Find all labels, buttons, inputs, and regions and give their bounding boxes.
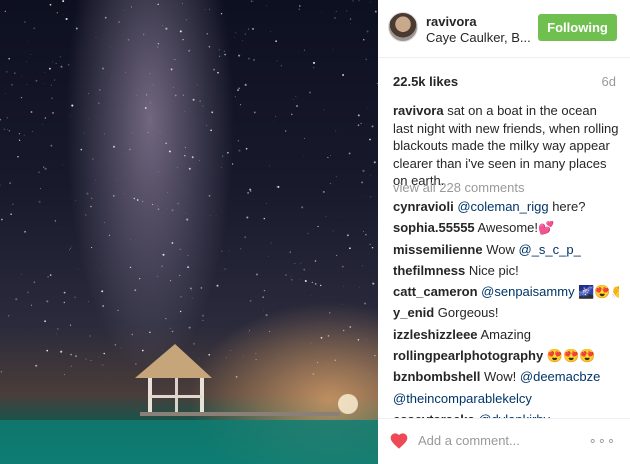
- comment-username[interactable]: izzleshizzleee: [393, 328, 478, 342]
- post-age[interactable]: 6d: [602, 74, 616, 89]
- comment-text: Wow!: [480, 370, 520, 385]
- comment-username[interactable]: rollingpearlphotography: [393, 349, 543, 363]
- post-photo[interactable]: [0, 0, 378, 464]
- post-footer: Add a comment... ∘∘∘: [378, 418, 630, 464]
- comment-mention[interactable]: @deemacbze: [520, 370, 600, 384]
- comment-username[interactable]: sophia.55555: [393, 221, 475, 235]
- post-username[interactable]: ravivora: [426, 14, 477, 29]
- caption-username[interactable]: ravivora: [393, 103, 444, 118]
- comment-text: Wow: [482, 242, 519, 257]
- comment-suffix: 😍😍😍: [546, 349, 596, 364]
- comment-row: @theincomparablekelcy: [393, 392, 619, 413]
- avatar[interactable]: [388, 12, 418, 42]
- milky-way-photo-art: [0, 0, 378, 464]
- comment-suffix: 💕: [538, 221, 555, 236]
- comment-mention[interactable]: @senpaisammy: [481, 285, 574, 299]
- comment-mention[interactable]: @_s_c_p_: [519, 243, 581, 257]
- comment-username[interactable]: catt_cameron: [393, 285, 478, 299]
- comment-username[interactable]: thefilmness: [393, 264, 465, 278]
- comment-username[interactable]: cynravioli: [393, 200, 454, 214]
- comment-row: thefilmness Nice pic!: [393, 264, 619, 285]
- comment-text: Gorgeous!: [434, 306, 499, 321]
- following-button[interactable]: Following: [538, 14, 617, 41]
- comment-mention[interactable]: @theincomparablekelcy: [393, 392, 532, 406]
- comment-suffix: here?: [548, 200, 586, 214]
- more-options-icon[interactable]: ∘∘∘: [589, 433, 616, 449]
- comment-text: Amazing: [477, 327, 532, 342]
- comment-row: rollingpearlphotography 😍😍😍: [393, 349, 619, 370]
- comment-text: Nice pic!: [465, 263, 519, 278]
- post-side-panel: ravivora Caye Caulker, B... Following 22…: [378, 0, 630, 464]
- comment-text: Awesome!: [474, 221, 539, 236]
- likes-count[interactable]: 22.5k likes: [393, 74, 458, 89]
- comment-username[interactable]: y_enid: [393, 306, 434, 320]
- comment-row: sophia.55555 Awesome!💕: [393, 221, 619, 242]
- comment-row: missemilienne Wow @_s_c_p_: [393, 243, 619, 264]
- post-header: ravivora Caye Caulker, B... Following: [378, 0, 630, 58]
- add-comment-input[interactable]: Add a comment...: [418, 433, 520, 448]
- comment-row: catt_cameron @senpaisammy 🌌😍👏: [393, 285, 619, 306]
- comment-mention[interactable]: @coleman_rigg: [457, 200, 548, 214]
- comment-row: izzleshizzleee Amazing: [393, 328, 619, 349]
- comment-row: y_enid Gorgeous!: [393, 306, 619, 327]
- post-location[interactable]: Caye Caulker, B...: [426, 30, 531, 45]
- post-caption: ravivora sat on a boat in the ocean last…: [393, 102, 619, 190]
- view-all-comments-link[interactable]: view all 228 comments: [393, 180, 525, 195]
- comments-list: cynravioli @coleman_rigg here? sophia.555…: [393, 200, 619, 434]
- heart-icon[interactable]: [389, 431, 409, 451]
- comment-username[interactable]: bznbombshell: [393, 370, 480, 384]
- comment-row: bznbombshell Wow! @deemacbze: [393, 370, 619, 391]
- comment-suffix: 🌌😍👏: [578, 285, 619, 300]
- comment-row: cynravioli @coleman_rigg here?: [393, 200, 619, 221]
- comment-username[interactable]: missemilienne: [393, 243, 483, 257]
